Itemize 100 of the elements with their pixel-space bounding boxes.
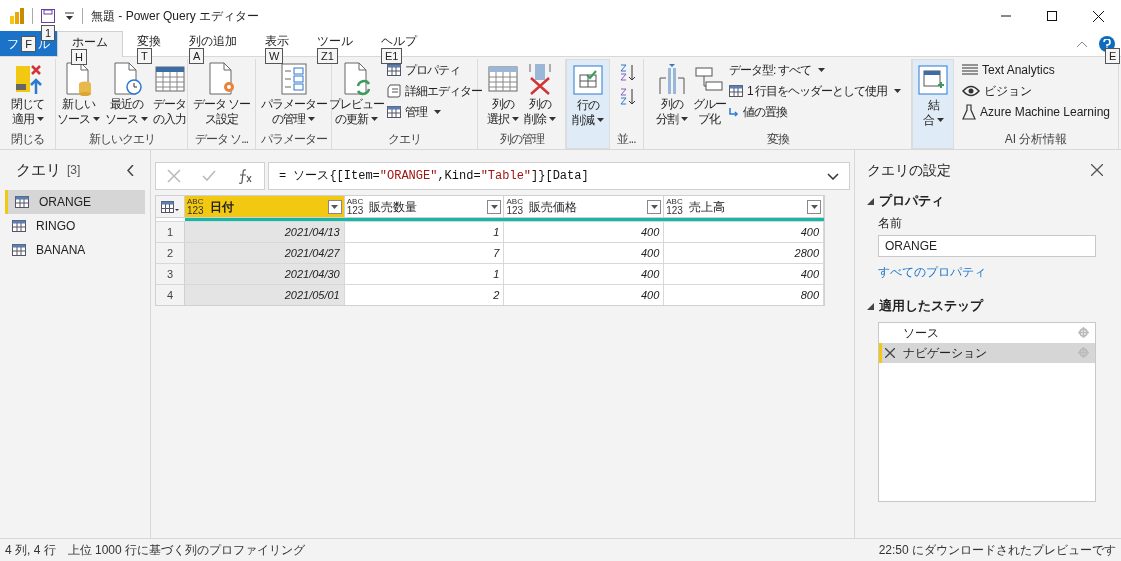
table-icon <box>729 85 743 97</box>
app-logo-icon <box>10 8 24 24</box>
table-cell: 2021/05/01 <box>184 285 345 305</box>
table-cell: 2021/04/13 <box>184 222 345 242</box>
ribbon-button[interactable]: 列の 削除 <box>522 59 558 127</box>
expand-triangle-icon <box>867 197 874 205</box>
ribbon-button[interactable]: 列の 選択 <box>485 59 521 127</box>
caret-icon[interactable] <box>65 11 74 21</box>
expand-icon[interactable] <box>827 172 839 180</box>
lines-icon <box>961 64 978 76</box>
ribbon-button[interactable]: Azure Machine Learning <box>961 103 1111 121</box>
keytip: T <box>137 47 152 64</box>
status-text: 4 列, 4 行 <box>5 542 56 559</box>
collapse-icon[interactable] <box>127 164 134 176</box>
eye-icon <box>961 85 980 97</box>
column-name: 売上高 <box>688 198 725 216</box>
ribbon-button[interactable]: データ型: すべて <box>729 61 901 79</box>
panel-title: クエリ <box>16 159 61 180</box>
row-number: 4 <box>156 285 185 305</box>
scroll-icon <box>387 84 401 98</box>
caret-icon <box>597 117 604 122</box>
caret-icon <box>681 116 688 121</box>
table-cell: 2021/04/30 <box>184 264 345 284</box>
filter-dropdown-icon[interactable] <box>807 199 821 214</box>
type-label: ABC 123 <box>186 197 204 216</box>
close-icon[interactable] <box>1091 164 1103 176</box>
type-label: ABC 123 <box>506 197 524 216</box>
caret-icon <box>141 116 148 121</box>
ribbon-button[interactable]: 詳細エディター <box>387 82 482 100</box>
type-label: ABC 123 <box>666 197 683 216</box>
split-column-icon <box>657 61 687 97</box>
ribbon-button[interactable]: 列の 分割 <box>654 59 690 127</box>
row-number: 2 <box>156 243 185 263</box>
table-cell: 2021/04/27 <box>184 243 345 263</box>
filter-dropdown-icon[interactable] <box>487 199 502 214</box>
collapse-ribbon-icon[interactable] <box>1077 41 1087 47</box>
ribbon-button[interactable]: Text Analytics <box>961 61 1111 79</box>
caret-icon <box>36 116 44 121</box>
caret-icon <box>817 68 825 72</box>
keytip: E1 <box>381 47 403 64</box>
name-field[interactable]: ORANGE <box>878 234 1096 257</box>
caret-icon <box>308 116 315 121</box>
panel-title: クエリの設定 <box>867 160 951 180</box>
window-title: 無題 - Power Query エディター <box>91 8 260 25</box>
ribbon-button[interactable]: 管理 <box>387 103 482 121</box>
keytip: F <box>21 35 36 52</box>
function-icon[interactable] <box>237 168 254 184</box>
filter-dropdown-icon[interactable] <box>647 199 662 214</box>
caret-icon <box>434 110 441 114</box>
row-filter-icon <box>573 62 603 98</box>
caret-icon <box>894 89 901 93</box>
column-name: 販売数量 <box>369 198 418 216</box>
caret-icon <box>371 116 378 121</box>
ribbon-button[interactable]: 結 合 <box>916 60 950 128</box>
caret-icon <box>936 117 944 122</box>
ribbon-button[interactable]: 行の 削減 <box>570 60 606 128</box>
type-label: ABC 123 <box>346 197 364 216</box>
caret-icon <box>93 116 100 121</box>
step-item[interactable]: ナビゲーション <box>879 342 1095 363</box>
section-header[interactable]: プロパティ <box>867 192 944 211</box>
group-label: パラメーター <box>259 131 328 148</box>
ribbon-button[interactable]: グルー プ化 <box>691 59 728 127</box>
group-label: 変換 <box>765 131 790 148</box>
step-item[interactable]: ソース <box>879 322 1095 343</box>
query-item[interactable]: ORANGE <box>5 190 145 214</box>
formula-text: = ソース{[Item="ORANGE",Kind="Table"]}[Data] <box>279 168 589 185</box>
section-header[interactable]: 適用したステップ <box>867 296 983 316</box>
table-icon <box>12 220 26 232</box>
check-icon[interactable] <box>202 170 216 182</box>
keytip: A <box>189 47 205 64</box>
ribbon-button[interactable]: 1 行目をヘッダーとして使用 <box>729 82 901 100</box>
ribbon-button[interactable]: 値の置換 <box>729 103 901 121</box>
query-item[interactable]: BANANA <box>5 238 145 262</box>
field-label: 名前 <box>878 214 903 232</box>
ribbon-button[interactable]: データ の入力 <box>151 59 188 127</box>
ribbon-button[interactable]: 閉じて 適用 <box>9 59 46 127</box>
group-label: クエリ <box>387 131 422 148</box>
query-item[interactable]: RINGO <box>5 214 145 238</box>
replace-values-icon <box>729 107 739 117</box>
expand-triangle-icon <box>867 302 874 310</box>
status-text: 22:50 にダウンロードされたプレビューです <box>878 542 1116 559</box>
keytip: Z1 <box>317 47 338 64</box>
ribbon-button[interactable]: ビジョン <box>961 82 1111 100</box>
column-name: 販売価格 <box>529 198 578 216</box>
row-number: 1 <box>156 222 185 242</box>
caret-icon <box>512 116 519 121</box>
ribbon-button[interactable]: プロパティ <box>387 61 482 79</box>
formula-field[interactable]: = ソース{[Item="ORANGE",Kind="Table"]}[Data] <box>268 162 850 190</box>
status-text: 上位 1000 行に基づく列のプロファイリング <box>67 542 306 559</box>
group-label: AI 分析情報 <box>1003 131 1069 148</box>
all-properties-link[interactable]: すべてのプロパティ <box>878 262 1109 281</box>
filter-dropdown-icon[interactable] <box>327 199 342 214</box>
caret-icon <box>549 116 556 121</box>
flask-icon <box>961 104 976 120</box>
parameter-list-icon <box>278 61 309 97</box>
table-menu-icon[interactable] <box>156 196 185 217</box>
group-label: 並... <box>616 131 637 148</box>
group-label: データ ソ... <box>193 131 250 148</box>
query-count: [3] <box>67 162 81 179</box>
save-icon[interactable] <box>41 9 55 23</box>
